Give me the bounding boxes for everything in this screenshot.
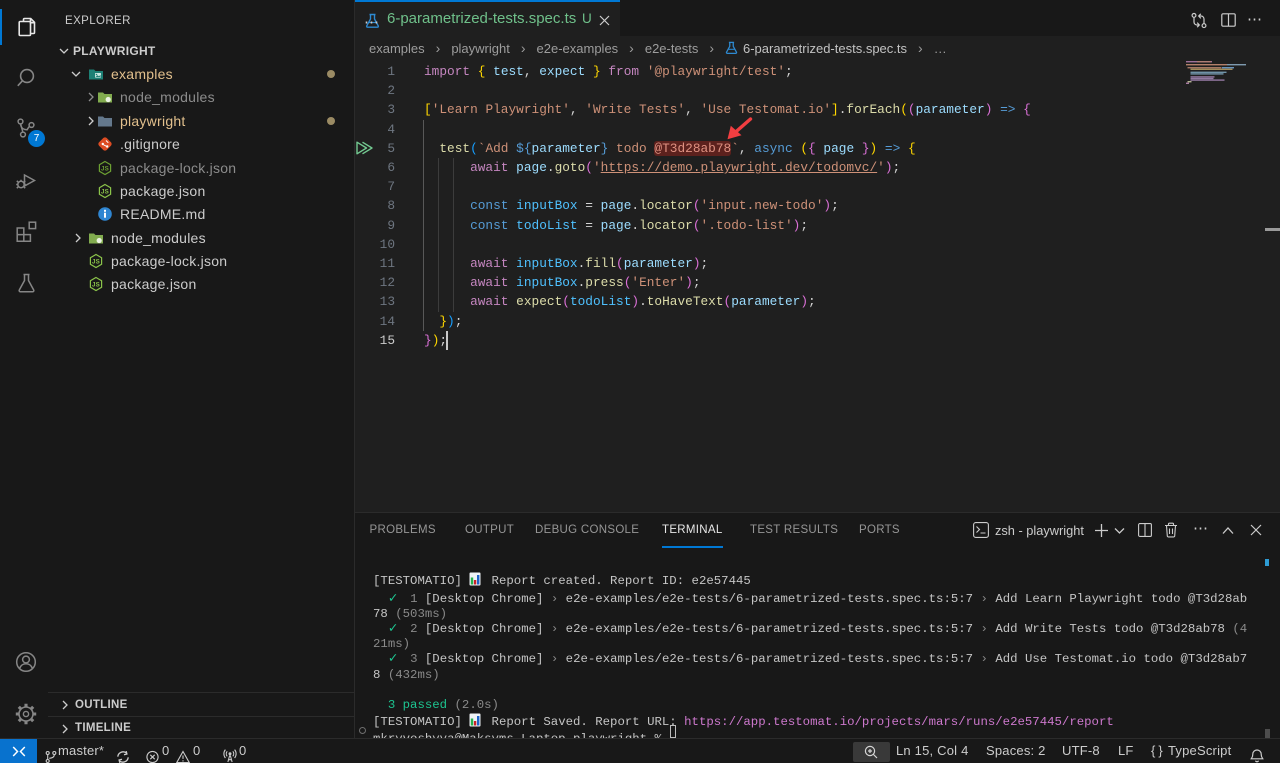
svg-text:JS: JS [92,282,100,289]
svg-text:JS: JS [101,165,109,172]
svg-text:JS: JS [92,259,100,266]
svg-text:JS: JS [101,188,109,195]
